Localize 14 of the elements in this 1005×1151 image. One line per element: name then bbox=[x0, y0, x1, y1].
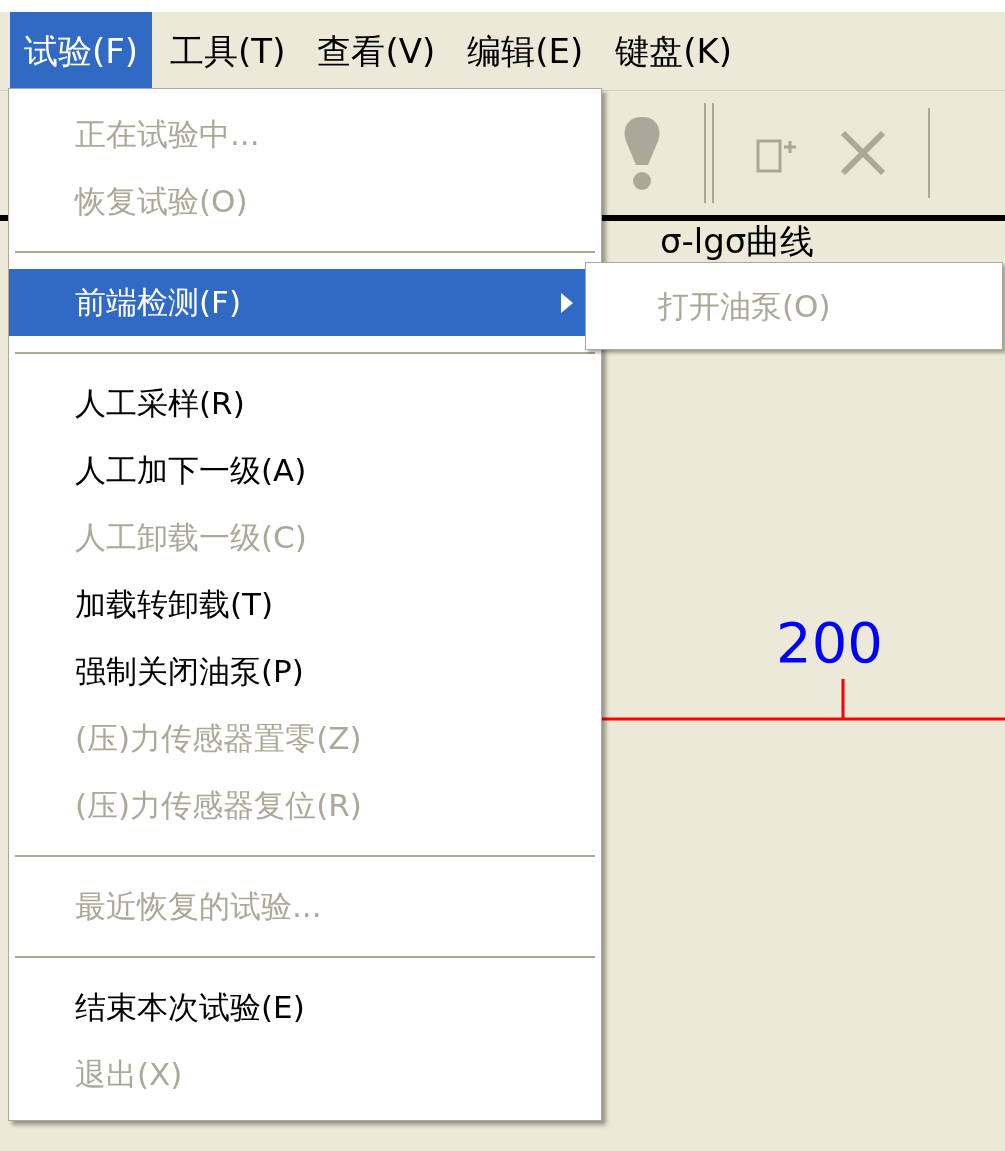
axis-label: 200 bbox=[776, 609, 883, 677]
menu-bar-item[interactable]: 试验(F) bbox=[10, 12, 153, 90]
menu-item[interactable]: 人工加下一级(A) bbox=[9, 437, 601, 504]
menu-bar-item[interactable]: 键盘(K) bbox=[601, 12, 747, 90]
menu-item[interactable]: 强制关闭油泵(P) bbox=[9, 638, 601, 705]
chart-tab[interactable]: σ-lgσ曲线 bbox=[660, 221, 815, 261]
menu-item[interactable]: 结束本次试验(E) bbox=[9, 974, 601, 1041]
menu-bar-item[interactable]: 编辑(E) bbox=[453, 12, 598, 90]
submenu-arrow-icon bbox=[561, 292, 573, 313]
menu-item[interactable]: 人工采样(R) bbox=[9, 370, 601, 437]
menu-item[interactable]: 加载转卸载(T) bbox=[9, 571, 601, 638]
delete-icon[interactable] bbox=[838, 128, 888, 178]
menu-bar-item[interactable]: 查看(V) bbox=[303, 12, 450, 90]
menu-bar-item[interactable]: 工具(T) bbox=[156, 12, 300, 90]
